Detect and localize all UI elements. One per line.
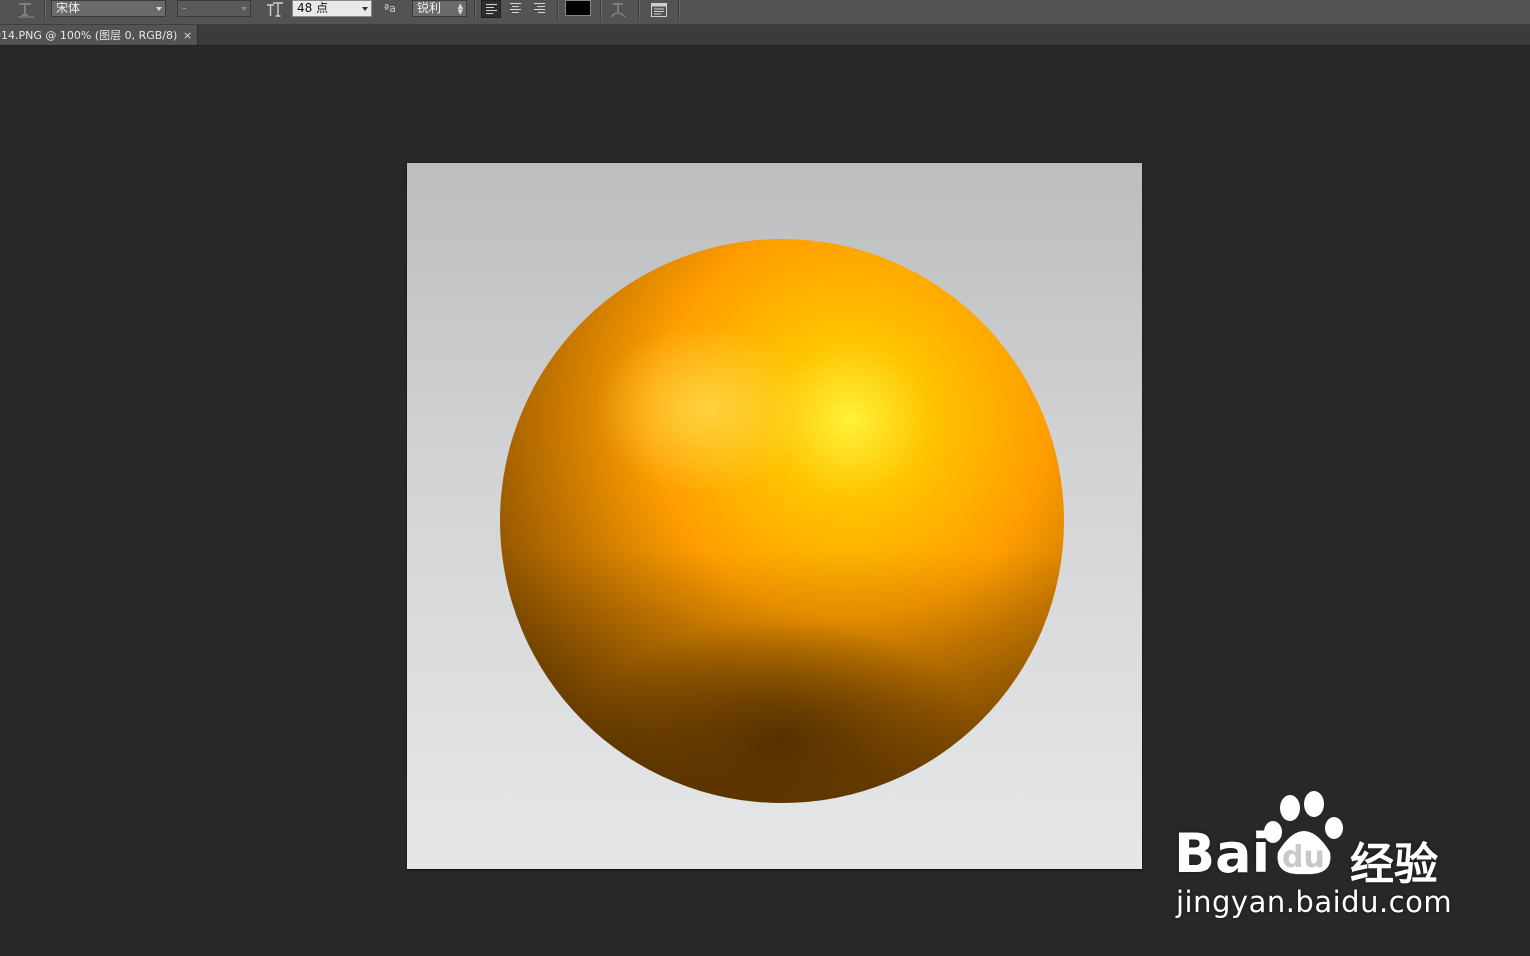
character-panel-icon[interactable] bbox=[649, 1, 669, 19]
watermark-brand-right: 经验 bbox=[1350, 839, 1438, 890]
separator bbox=[678, 0, 680, 20]
font-family-select[interactable]: 宋体 bbox=[51, 0, 166, 17]
updown-arrows-icon: ▲ ▼ bbox=[457, 2, 463, 16]
document-canvas[interactable] bbox=[407, 163, 1142, 869]
close-icon[interactable]: × bbox=[183, 25, 192, 45]
font-size-select[interactable]: 48 点 bbox=[292, 0, 372, 17]
warp-text-icon[interactable] bbox=[608, 1, 628, 19]
watermark-brand-left: Bai bbox=[1174, 822, 1271, 885]
baidu-jingyan-watermark: Bai du 经验 jingyan.baidu.com bbox=[1168, 790, 1458, 930]
align-right-icon bbox=[534, 3, 545, 15]
document-tab[interactable]: 014.PNG @ 100% (图层 0, RGB/8) × bbox=[0, 25, 198, 45]
font-size-icon bbox=[265, 1, 285, 19]
separator bbox=[557, 0, 559, 20]
font-size-value: 48 点 bbox=[297, 1, 329, 15]
anti-alias-icon-text: ªa bbox=[384, 2, 396, 15]
chevron-down-icon bbox=[362, 7, 368, 11]
text-tool-preset-icon[interactable] bbox=[16, 1, 36, 19]
font-style-value: - bbox=[182, 1, 187, 15]
orange-sphere bbox=[500, 239, 1064, 803]
chevron-down-icon bbox=[241, 7, 247, 11]
align-right-button[interactable] bbox=[530, 0, 550, 18]
chevron-down-icon bbox=[156, 7, 162, 11]
watermark-brand-mid: du bbox=[1282, 840, 1325, 875]
anti-alias-select[interactable]: 锐利 ▲ ▼ bbox=[412, 0, 467, 17]
font-style-select[interactable]: - bbox=[177, 0, 251, 17]
align-center-icon bbox=[510, 3, 521, 15]
separator bbox=[638, 0, 640, 20]
anti-alias-value: 锐利 bbox=[417, 1, 442, 15]
align-left-button[interactable] bbox=[481, 0, 501, 18]
separator bbox=[44, 0, 46, 20]
align-left-icon bbox=[486, 4, 497, 16]
font-family-value: 宋体 bbox=[56, 1, 81, 15]
text-color-swatch[interactable] bbox=[565, 0, 591, 16]
anti-alias-icon: ªa bbox=[384, 0, 404, 18]
separator bbox=[474, 0, 476, 20]
document-tab-title: 014.PNG @ 100% (图层 0, RGB/8) bbox=[0, 29, 178, 42]
document-tab-strip: 014.PNG @ 100% (图层 0, RGB/8) × bbox=[0, 25, 1530, 46]
align-center-button[interactable] bbox=[506, 0, 526, 18]
options-bar: 宋体 - 48 点 ªa 锐利 ▲ ▼ bbox=[0, 0, 1530, 25]
separator bbox=[600, 0, 602, 20]
watermark-url: jingyan.baidu.com bbox=[1176, 885, 1453, 919]
